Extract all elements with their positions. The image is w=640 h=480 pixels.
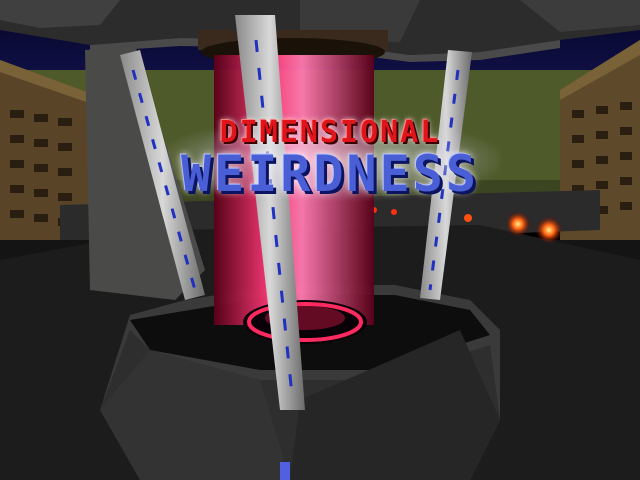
scene-art <box>0 0 640 480</box>
title-logo: DIMENSIONAL WEIRDNESS <box>150 112 510 202</box>
game-scene: DIMENSIONAL WEIRDNESS <box>0 0 640 480</box>
pillar-base-marker <box>280 462 290 480</box>
title-line-weirdness: WEIRDNESS <box>181 145 479 203</box>
